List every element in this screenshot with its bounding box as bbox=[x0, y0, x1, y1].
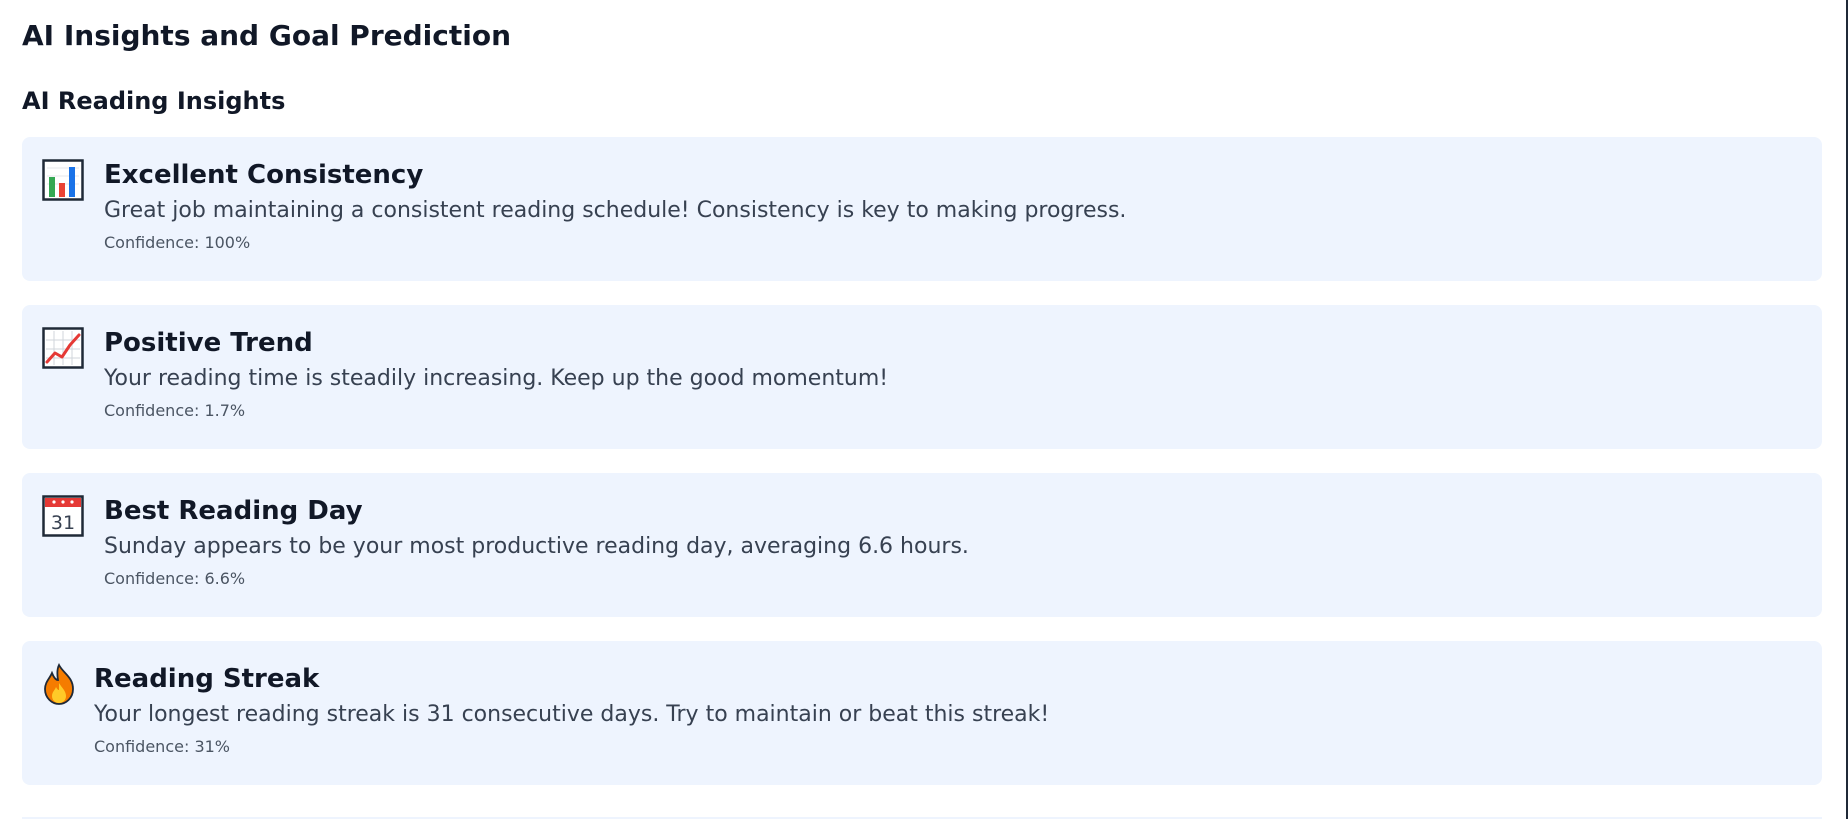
page-title: AI Insights and Goal Prediction bbox=[22, 19, 512, 52]
trend-up-chart-icon bbox=[42, 327, 84, 369]
insight-body: Excellent Consistency Great job maintain… bbox=[104, 159, 1802, 254]
insight-card-streak: Reading Streak Your longest reading stre… bbox=[22, 641, 1822, 785]
calendar-icon: 31 bbox=[42, 495, 84, 537]
fire-icon bbox=[42, 663, 76, 705]
section-title: AI Reading Insights bbox=[22, 87, 286, 115]
insight-card-consistency: Excellent Consistency Great job maintain… bbox=[22, 137, 1822, 281]
insight-card-best-day: 31 Best Reading Day Sunday appears to be… bbox=[22, 473, 1822, 617]
insight-confidence: Confidence: 1.7% bbox=[104, 401, 246, 420]
insight-body: Reading Streak Your longest reading stre… bbox=[94, 663, 1802, 758]
insight-confidence: Confidence: 31% bbox=[94, 737, 230, 756]
insight-description: Great job maintaining a consistent readi… bbox=[104, 198, 1127, 223]
insight-title: Excellent Consistency bbox=[104, 160, 424, 190]
insight-title: Best Reading Day bbox=[104, 496, 363, 526]
insight-description: Sunday appears to be your most productiv… bbox=[104, 534, 969, 559]
insight-description: Your reading time is steadily increasing… bbox=[104, 366, 889, 391]
insight-title: Reading Streak bbox=[94, 664, 320, 694]
insight-title: Positive Trend bbox=[104, 328, 313, 358]
insights-list: Excellent Consistency Great job maintain… bbox=[22, 137, 1826, 785]
calendar-icon-day: 31 bbox=[51, 512, 75, 534]
insight-card-trend: Positive Trend Your reading time is stea… bbox=[22, 305, 1822, 449]
insight-body: Best Reading Day Sunday appears to be yo… bbox=[104, 495, 1802, 590]
insight-confidence: Confidence: 100% bbox=[104, 233, 251, 252]
insight-description: Your longest reading streak is 31 consec… bbox=[94, 702, 1050, 727]
insights-page: AI Insights and Goal Prediction AI Readi… bbox=[0, 0, 1848, 819]
insight-body: Positive Trend Your reading time is stea… bbox=[104, 327, 1802, 422]
bar-chart-icon bbox=[42, 159, 84, 201]
insight-confidence: Confidence: 6.6% bbox=[104, 569, 246, 588]
